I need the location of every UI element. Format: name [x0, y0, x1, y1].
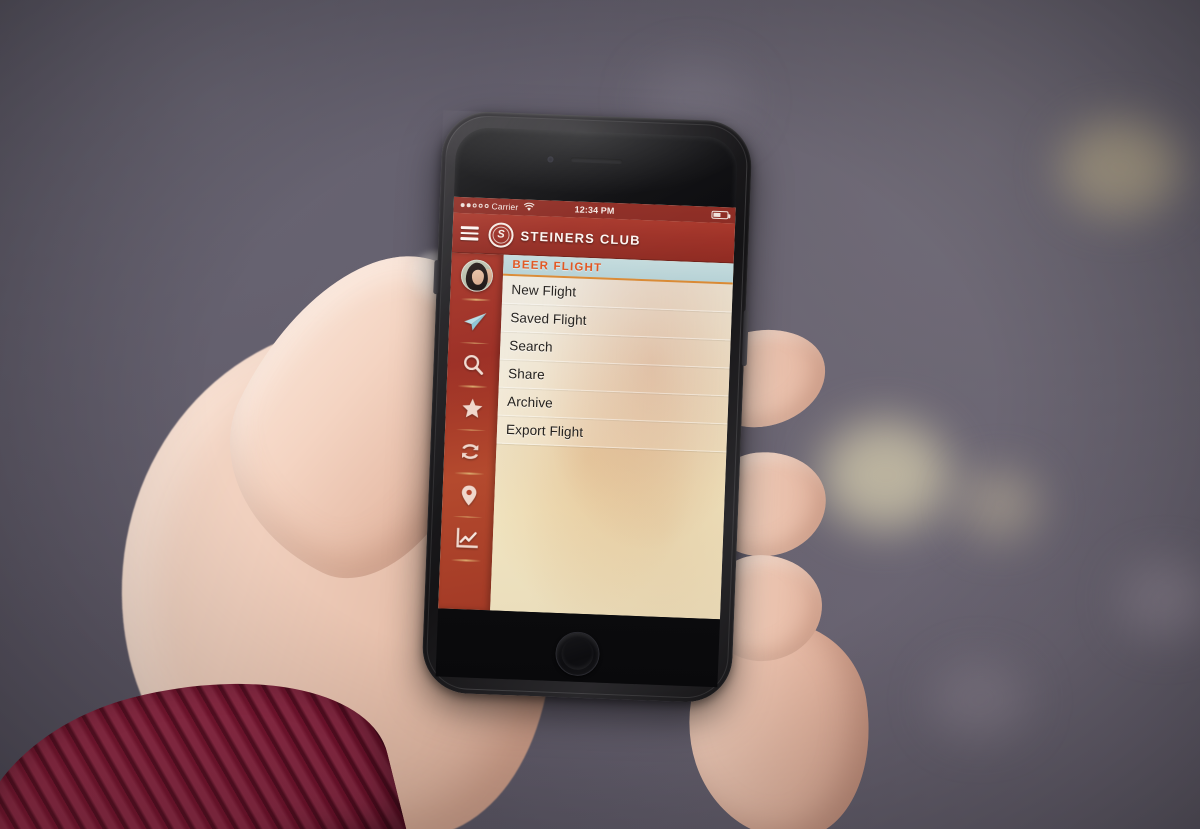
photo-vignette — [0, 0, 1200, 829]
photo-scene: Carrier 12:34 PM S — [0, 0, 1200, 829]
